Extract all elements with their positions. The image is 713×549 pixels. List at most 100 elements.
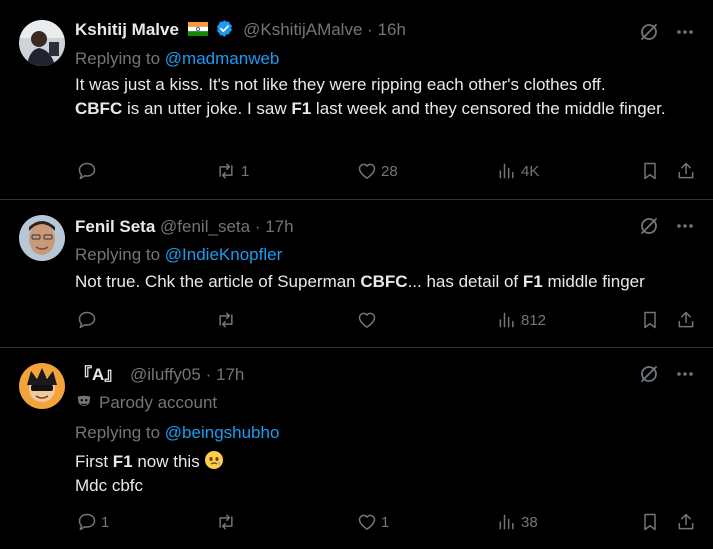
replying-prefix: Replying to [75,245,161,264]
action-bar: 812 [75,310,700,334]
like-count: 28 [381,162,398,180]
grok-icon[interactable] [639,216,659,236]
replying-to-link[interactable]: @madmanweb [165,49,280,68]
more-options-icon[interactable] [675,22,695,42]
top-right-icons [639,22,695,42]
replying-to: Replying to @IndieKnopfler [75,244,282,266]
bookmark-icon [644,513,656,531]
timestamp[interactable]: 17h [265,217,293,236]
heart-icon [358,312,376,328]
reply-count: 1 [101,513,110,531]
bookmark-button[interactable] [640,512,660,532]
like-count: 1 [381,513,390,531]
separator: · [205,365,212,384]
text-part: It was just a kiss. It's not like they w… [75,75,606,94]
text-part: last week and they censored the middle f… [311,99,666,118]
replying-to-link[interactable]: @beingshubho [165,423,280,442]
share-icon [678,162,694,179]
bookmark-icon [644,162,656,180]
tweet-2[interactable]: Fenil Seta @fenil_seta · 17h Replying to… [0,200,713,347]
grok-icon[interactable] [639,22,659,42]
retweet-icon [219,312,233,328]
hashtag-f1[interactable]: F1 [523,272,543,291]
timestamp[interactable]: 17h [216,365,244,384]
bookmark-button[interactable] [640,310,660,330]
more-options-icon[interactable] [675,364,695,384]
bookmark-button[interactable] [640,161,660,181]
views-button[interactable]: 38 [497,512,538,532]
text-part: Mdc cbfc [75,476,144,495]
parody-mask-icon [77,395,91,407]
user-handle[interactable]: @fenil_seta [160,217,250,236]
views-button[interactable]: 812 [497,310,546,330]
display-name[interactable]: Kshitij Malve [75,20,179,39]
action-bar: 1 1 38 [75,512,700,536]
user-handle[interactable]: @KshitijAMalve [243,20,362,39]
tweet-1[interactable]: Kshitij Malve @KshitijAMalve · 16h Reply… [0,0,713,199]
grok-icon[interactable] [639,364,659,384]
views-button[interactable]: 4K [497,161,539,181]
replying-prefix: Replying to [75,423,161,442]
share-button[interactable] [676,161,696,181]
replying-to: Replying to @beingshubho [75,422,279,444]
india-flag-icon [187,22,208,36]
bookmark-icon [644,311,656,329]
tweet-text: Not true. Chk the article of Superman CB… [75,270,695,294]
share-button[interactable] [676,310,696,330]
replying-to: Replying to @madmanweb [75,48,279,70]
avatar[interactable] [19,20,65,66]
text-part: middle finger [542,272,645,291]
action-bar: 1 28 4K [75,161,700,185]
views-icon [499,312,514,328]
share-icon [678,311,694,328]
avatar[interactable] [19,363,65,409]
retweet-button[interactable] [215,310,241,330]
separator: · [367,20,373,39]
top-right-icons [639,216,695,236]
top-right-icons [639,364,695,384]
hashtag-cbfc[interactable]: CBFC [360,272,407,291]
timestamp[interactable]: 16h [378,20,406,39]
parody-text: Parody account [99,393,218,412]
text-part: Not true. Chk the article of Superman [75,272,361,291]
text-part: is an utter joke. I saw [122,99,292,118]
verified-badge-icon[interactable] [215,19,234,38]
display-name[interactable]: 『A』 [75,365,121,384]
reply-button[interactable] [77,310,101,330]
view-count: 38 [521,513,538,531]
retweet-icon [219,514,233,530]
retweet-button[interactable] [215,512,241,532]
reply-button[interactable] [77,161,101,181]
reply-button[interactable]: 1 [77,512,109,532]
display-name[interactable]: Fenil Seta [75,217,155,236]
heart-icon [358,163,376,179]
tweet-text: It was just a kiss. It's not like they w… [75,73,695,121]
like-button[interactable] [357,310,381,330]
user-handle[interactable]: @iluffy05 [130,365,201,384]
hashtag-cbfc[interactable]: CBFC [75,99,122,118]
reply-icon [78,311,96,329]
separator: · [254,217,261,236]
text-part: now this [132,452,200,471]
share-icon [678,513,694,530]
share-button[interactable] [676,512,696,532]
more-options-icon[interactable] [675,216,695,236]
text-part: ... has detail of [407,272,523,291]
replying-to-link[interactable]: @IndieKnopfler [165,245,282,264]
tweet-3[interactable]: 『A』 @iluffy05 · 17h Parody account Reply… [0,348,713,549]
tweet-header: 『A』 @iluffy05 · 17h [75,364,244,386]
hashtag-f1[interactable]: F1 [113,452,133,471]
tweet-header: Kshitij Malve @KshitijAMalve · 16h [75,19,406,41]
tweet-text: First F1 now this Mdc cbfc [75,450,695,498]
avatar[interactable] [19,215,65,261]
retweet-count: 1 [241,162,250,180]
parody-label: Parody account [75,392,217,414]
view-count: 812 [521,311,547,329]
retweet-button[interactable]: 1 [215,161,249,181]
view-count: 4K [521,162,540,180]
like-button[interactable]: 28 [357,161,398,181]
hashtag-f1[interactable]: F1 [291,99,311,118]
views-icon [499,514,514,530]
like-button[interactable]: 1 [357,512,389,532]
reply-icon [78,513,96,531]
